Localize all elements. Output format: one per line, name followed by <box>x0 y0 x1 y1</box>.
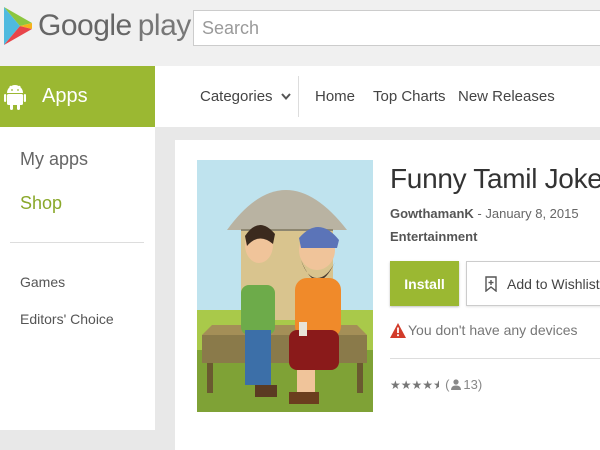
google-play-logo[interactable]: Google play <box>4 4 191 48</box>
warning-triangle-icon <box>390 322 406 338</box>
star-icon: ★ <box>411 377 423 392</box>
warning-text: You don't have any devices <box>408 322 578 338</box>
search-box[interactable] <box>193 10 600 46</box>
half-star-icon: ★ <box>433 377 440 392</box>
no-devices-warning: You don't have any devices <box>390 322 578 338</box>
nav-bar: Categories Home Top Charts New Releases <box>155 66 600 127</box>
brand-text: Google play <box>38 9 191 43</box>
person-icon <box>451 379 462 390</box>
rating-count: ( 13 ) <box>445 377 482 392</box>
sidebar-divider <box>10 242 144 243</box>
bookmark-plus-icon <box>485 275 497 292</box>
app-meta: GowthamanK - January 8, 2015 <box>390 206 579 221</box>
top-bar: Google play <box>0 0 600 66</box>
install-button[interactable]: Install <box>390 261 459 306</box>
apps-tab[interactable]: Apps <box>0 66 155 127</box>
rating-paren-close: ) <box>477 377 483 392</box>
brand-google: Google <box>38 9 132 42</box>
star-icon: ★ <box>422 377 434 392</box>
categories-dropdown[interactable]: Categories <box>200 88 291 105</box>
wishlist-label: Add to Wishlist <box>507 275 600 292</box>
date-separator: - <box>473 206 486 221</box>
sidebar: My apps Shop Games Editors' Choice <box>0 127 155 430</box>
search-input[interactable] <box>194 11 600 45</box>
nav-top-charts[interactable]: Top Charts <box>373 88 446 105</box>
release-date: January 8, 2015 <box>485 206 579 221</box>
nav-new-releases[interactable]: New Releases <box>458 88 555 105</box>
sidebar-item-games[interactable]: Games <box>20 274 65 290</box>
android-icon <box>4 84 26 110</box>
categories-label: Categories <box>200 88 273 105</box>
chevron-down-icon <box>280 93 291 100</box>
details-divider <box>390 358 600 359</box>
sidebar-item-editors-choice[interactable]: Editors' Choice <box>20 311 114 327</box>
sidebar-item-shop[interactable]: Shop <box>20 193 62 214</box>
apps-tab-label: Apps <box>42 85 88 107</box>
star-icon: ★ <box>390 377 401 392</box>
rating-paren-open: ( <box>445 377 450 392</box>
add-to-wishlist-button[interactable]: Add to Wishlist <box>466 261 600 306</box>
app-title: Funny Tamil Jokes <box>390 163 600 194</box>
brand-play: play <box>137 9 192 42</box>
app-category-link[interactable]: Entertainment <box>390 229 477 244</box>
nav-divider <box>298 76 299 117</box>
nav-home[interactable]: Home <box>315 88 355 105</box>
star-rating: ★★★★★ <box>390 378 439 392</box>
rating-count-value: 13 <box>463 377 478 392</box>
app-cover-image <box>197 160 373 412</box>
google-play-triangle-icon <box>4 7 32 45</box>
sidebar-item-my-apps[interactable]: My apps <box>20 149 88 170</box>
star-icon: ★ <box>400 377 412 392</box>
developer-link[interactable]: GowthamanK <box>390 206 474 221</box>
rating-row: ★★★★★ ( 13 ) <box>390 377 482 392</box>
